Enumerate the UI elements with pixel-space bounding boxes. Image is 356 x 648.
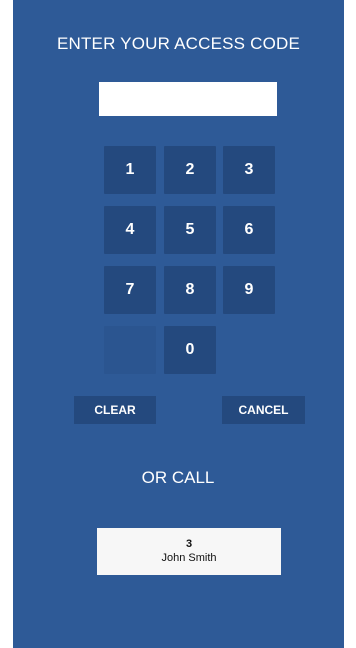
key-0[interactable]: 0 bbox=[164, 326, 216, 374]
key-3[interactable]: 3 bbox=[223, 146, 275, 194]
key-7[interactable]: 7 bbox=[104, 266, 156, 314]
access-code-input[interactable] bbox=[99, 82, 277, 116]
clear-button[interactable]: CLEAR bbox=[74, 396, 156, 424]
key-5[interactable]: 5 bbox=[164, 206, 216, 254]
contact-number: 3 bbox=[185, 538, 193, 550]
access-code-screen: ENTER YOUR ACCESS CODE 1 2 3 4 5 6 7 8 9… bbox=[13, 0, 344, 648]
keypad-blank-cell bbox=[104, 326, 156, 374]
contact-name: John Smith bbox=[161, 552, 217, 564]
key-2[interactable]: 2 bbox=[164, 146, 216, 194]
key-4[interactable]: 4 bbox=[104, 206, 156, 254]
key-6[interactable]: 6 bbox=[223, 206, 275, 254]
cancel-button[interactable]: CANCEL bbox=[222, 396, 305, 424]
contact-call-button[interactable]: 3 John Smith bbox=[97, 528, 281, 575]
page-title: ENTER YOUR ACCESS CODE bbox=[56, 34, 301, 53]
key-1[interactable]: 1 bbox=[104, 146, 156, 194]
key-9[interactable]: 9 bbox=[223, 266, 275, 314]
or-call-label: OR CALL bbox=[141, 468, 215, 487]
key-8[interactable]: 8 bbox=[164, 266, 216, 314]
